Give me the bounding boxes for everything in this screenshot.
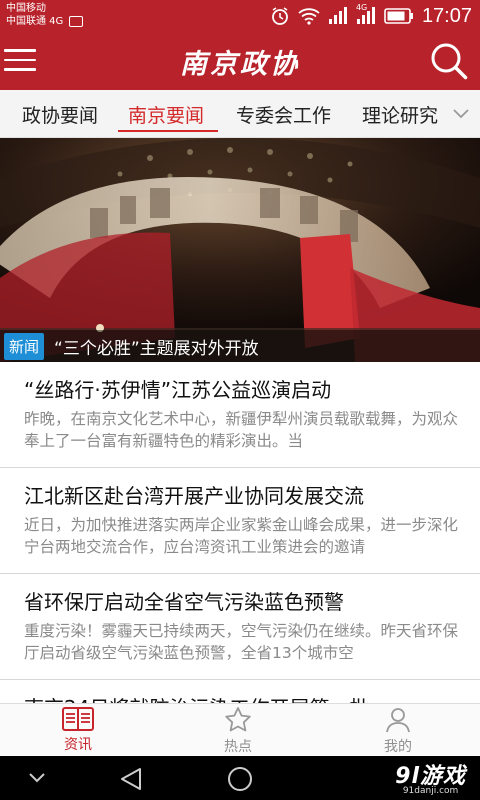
news-title: 省环保厅启动全省空气污染蓝色预警 <box>24 590 344 614</box>
news-title: 江北新区赴台湾开展产业协同发展交流 <box>24 484 364 508</box>
news-summary: 昨晚，在南京文化艺术中心，新疆伊犁州演员载歌载舞，为观众奉上了一台富有新疆特色的… <box>24 410 459 450</box>
nav-profile-label: 我的 <box>384 739 412 755</box>
news-title: “丝路行·苏伊情”江苏公益巡演启动 <box>24 378 332 402</box>
chevron-down-icon <box>29 773 45 783</box>
home-button[interactable] <box>226 765 254 797</box>
carrier-secondary: 中国联通 4G <box>6 16 64 27</box>
news-item[interactable]: “丝路行·苏伊情”江苏公益巡演启动 昨晚，在南京文化艺术中心，新疆伊犁州演员载歌… <box>0 362 480 468</box>
watermark: 9l游戏 91danji.com <box>395 758 466 796</box>
tab-committee-work[interactable]: 专委会工作 <box>236 101 331 128</box>
search-button[interactable] <box>428 40 470 82</box>
news-summary: 重度污染！雾霾天已持续两天，空气污染仍在继续。昨天省环保厅启动省级空气污染蓝色预… <box>24 622 459 662</box>
app-header: 南京政协 <box>0 32 480 90</box>
active-tab-indicator <box>118 130 218 132</box>
search-icon <box>431 43 468 80</box>
tab-nanjing-news[interactable]: 南京要闻 <box>128 101 204 128</box>
more-tabs-button[interactable] <box>442 90 480 137</box>
bottom-navigation: 资讯 热点 我的 <box>0 703 480 756</box>
watermark-url: 91danji.com <box>402 786 459 796</box>
nav-hot-label: 热点 <box>224 739 252 755</box>
wifi-icon <box>298 7 320 25</box>
exhibition-hall-photo <box>0 138 480 362</box>
clock-time: 17:07 <box>421 4 472 27</box>
news-summary: 近日，为加快推进落实两岸企业家紫金山峰会成果，进一步深化宁台两地交流合作，应台湾… <box>24 516 459 556</box>
chevron-down-icon <box>453 108 469 118</box>
tab-political-news[interactable]: 政协要闻 <box>22 101 98 128</box>
category-tabs: 政协要闻 南京要闻 专委会工作 理论研究 <box>0 90 480 138</box>
news-tag-badge: 新闻 <box>4 332 45 360</box>
nav-hot[interactable]: 热点 <box>198 706 278 756</box>
carrier-info: 中国移动 中国联通 4G <box>6 2 84 28</box>
signal-strength-icon <box>328 7 348 25</box>
news-item[interactable]: 江北新区赴台湾开展产业协同发展交流 近日，为加快推进落实两岸企业家紫金山峰会成果… <box>0 468 480 574</box>
home-circle-icon <box>228 767 252 791</box>
hero-caption: 新闻 “三个必胜”主题展对外开放 <box>0 330 480 362</box>
signal-4g-icon: 4G <box>356 3 376 25</box>
carrier-primary: 中国移动 <box>6 3 46 14</box>
hero-banner[interactable]: 新闻 “三个必胜”主题展对外开放 <box>0 138 480 362</box>
back-triangle-icon <box>121 768 141 790</box>
newspaper-icon <box>62 707 94 731</box>
person-icon <box>386 708 410 733</box>
back-button[interactable] <box>118 766 144 796</box>
app-title: 南京政协 <box>180 49 300 80</box>
tab-theory-research[interactable]: 理论研究 <box>362 101 438 128</box>
alarm-clock-icon <box>270 6 290 26</box>
battery-icon <box>384 8 414 24</box>
nav-news[interactable]: 资讯 <box>38 706 118 754</box>
star-icon <box>225 707 251 732</box>
system-navigation-bar: 9l游戏 91danji.com <box>0 756 480 800</box>
status-bar: 中国移动 中国联通 4G 4G 17:07 <box>0 0 480 32</box>
network-badge: 4G <box>355 3 368 12</box>
nav-profile[interactable]: 我的 <box>358 706 438 756</box>
collapse-button[interactable] <box>28 770 46 789</box>
image-notification-icon <box>69 16 84 27</box>
news-item[interactable]: 省环保厅启动全省空气污染蓝色预警 重度污染！雾霾天已持续两天，空气污染仍在继续。… <box>0 574 480 680</box>
hero-title: “三个必胜”主题展对外开放 <box>54 338 259 359</box>
nav-news-label: 资讯 <box>64 737 92 753</box>
